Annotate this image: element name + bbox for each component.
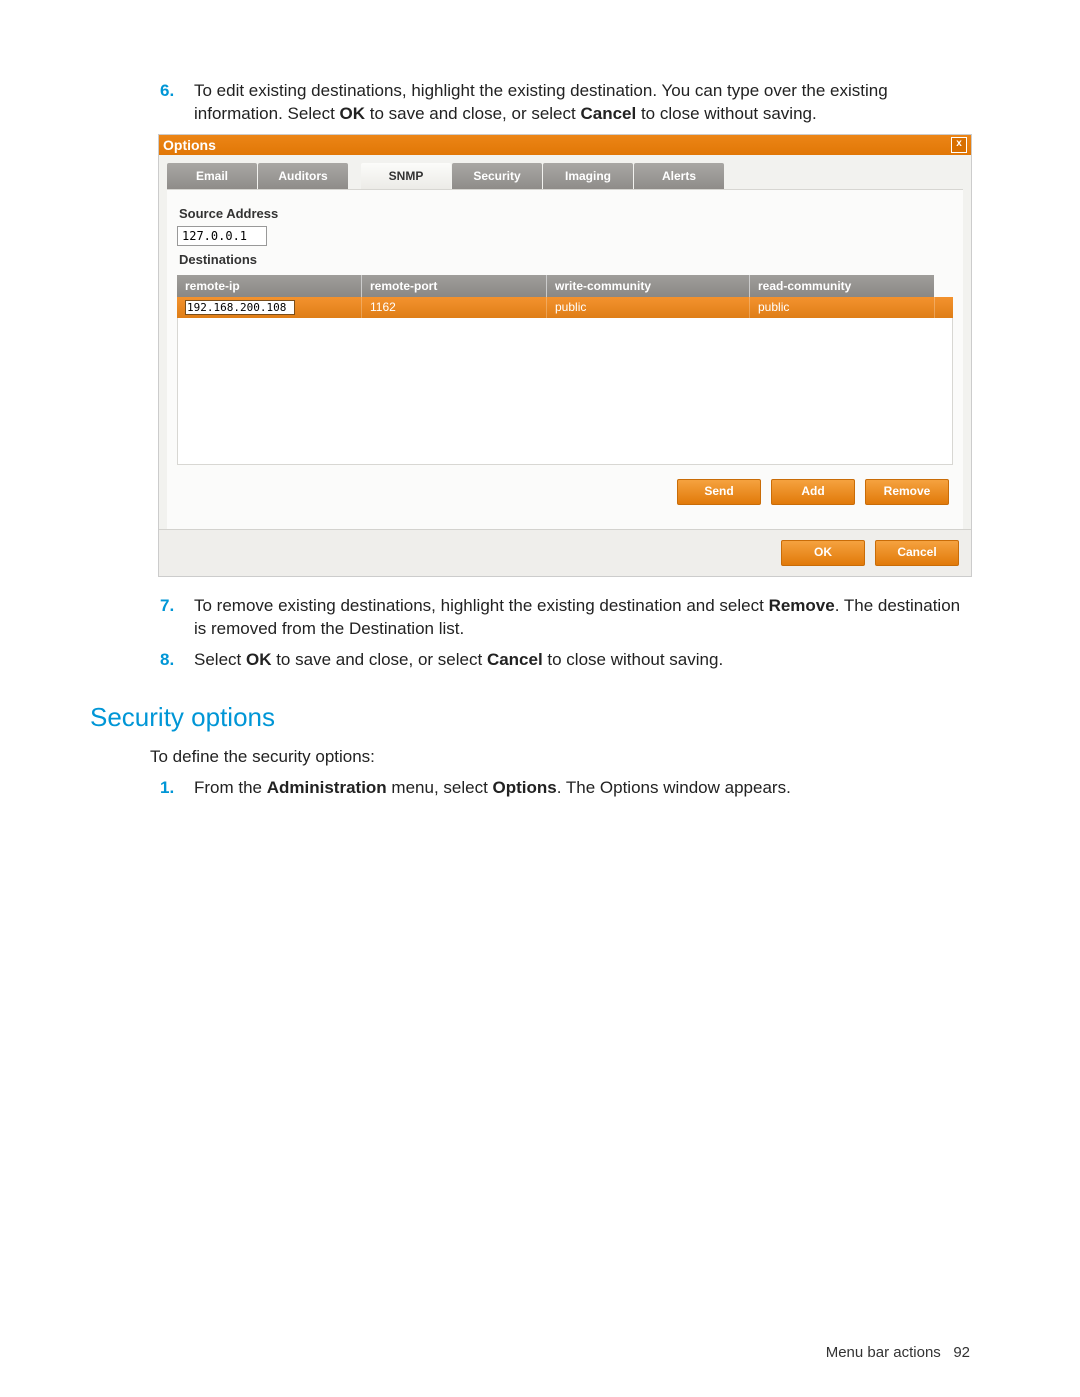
step-8: 8. Select OK to save and close, or selec… xyxy=(160,649,970,672)
tab-auditors[interactable]: Auditors xyxy=(258,163,348,189)
dialog-title: Options xyxy=(163,137,216,153)
step-text: Select OK to save and close, or select C… xyxy=(194,649,723,672)
source-address-input[interactable] xyxy=(177,226,267,246)
dialog-titlebar: Options x xyxy=(159,135,971,155)
col-remote-ip: remote-ip xyxy=(177,275,362,297)
cell-remote-port: 1162 xyxy=(362,297,547,318)
col-read-community: read-community xyxy=(750,275,934,297)
tab-security[interactable]: Security xyxy=(452,163,542,189)
add-button[interactable]: Add xyxy=(771,479,855,505)
step-number: 8. xyxy=(160,649,194,672)
remote-ip-input[interactable] xyxy=(185,300,295,315)
tab-snmp[interactable]: SNMP xyxy=(361,163,451,189)
section-intro: To define the security options: xyxy=(150,747,970,767)
page-footer: Menu bar actions 92 xyxy=(826,1344,970,1361)
source-address-label: Source Address xyxy=(179,206,951,221)
step-6: 6. To edit existing destinations, highli… xyxy=(160,80,970,126)
tab-imaging[interactable]: Imaging xyxy=(543,163,633,189)
tab-strip: Email Auditors SNMP Security Imaging Ale… xyxy=(159,155,971,189)
footer-label: Menu bar actions xyxy=(826,1344,941,1361)
options-dialog: Options x Email Auditors SNMP Security I… xyxy=(158,134,972,577)
tab-alerts[interactable]: Alerts xyxy=(634,163,724,189)
step-text: To remove existing destinations, highlig… xyxy=(194,595,970,641)
section-heading: Security options xyxy=(90,702,970,733)
footer-page: 92 xyxy=(953,1344,970,1361)
step-7: 7. To remove existing destinations, high… xyxy=(160,595,970,641)
step-1: 1. From the Administration menu, select … xyxy=(160,777,970,800)
col-write-community: write-community xyxy=(547,275,750,297)
remove-button[interactable]: Remove xyxy=(865,479,949,505)
step-text: From the Administration menu, select Opt… xyxy=(194,777,791,800)
step-text: To edit existing destinations, highlight… xyxy=(194,80,970,126)
cancel-button[interactable]: Cancel xyxy=(875,540,959,566)
step-number: 1. xyxy=(160,777,194,800)
cell-read-community: public xyxy=(750,297,935,318)
destinations-grid-body xyxy=(177,318,953,465)
step-number: 6. xyxy=(160,80,194,126)
close-icon[interactable]: x xyxy=(951,137,967,153)
destinations-buttons: Send Add Remove xyxy=(177,465,953,519)
step-number: 7. xyxy=(160,595,194,641)
snmp-panel: Source Address Destinations remote-ip re… xyxy=(167,189,963,529)
destinations-label: Destinations xyxy=(179,252,951,267)
destinations-header: remote-ip remote-port write-community re… xyxy=(177,275,953,297)
send-button[interactable]: Send xyxy=(677,479,761,505)
col-remote-port: remote-port xyxy=(362,275,547,297)
dialog-footer: OK Cancel xyxy=(159,529,971,576)
tab-email[interactable]: Email xyxy=(167,163,257,189)
cell-remote-ip[interactable] xyxy=(177,297,362,318)
cell-write-community: public xyxy=(547,297,750,318)
ok-button[interactable]: OK xyxy=(781,540,865,566)
table-row[interactable]: 1162 public public xyxy=(177,297,953,318)
